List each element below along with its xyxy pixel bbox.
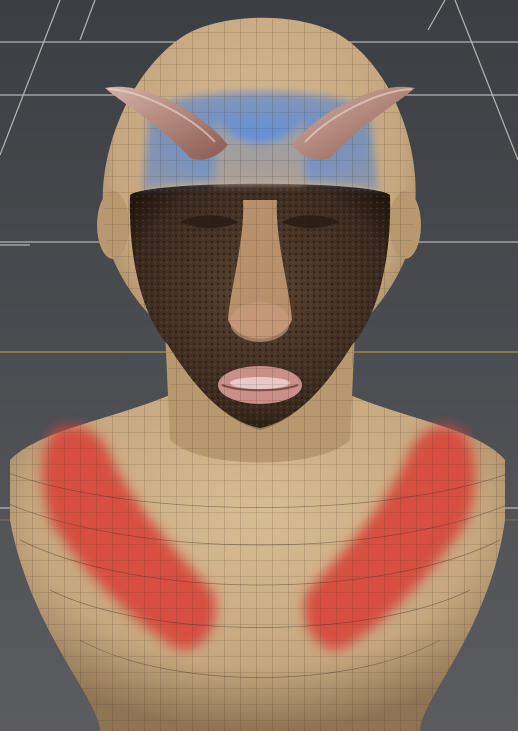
3d-viewport[interactable]: [0, 0, 518, 731]
viewport-canvas[interactable]: [0, 0, 518, 731]
